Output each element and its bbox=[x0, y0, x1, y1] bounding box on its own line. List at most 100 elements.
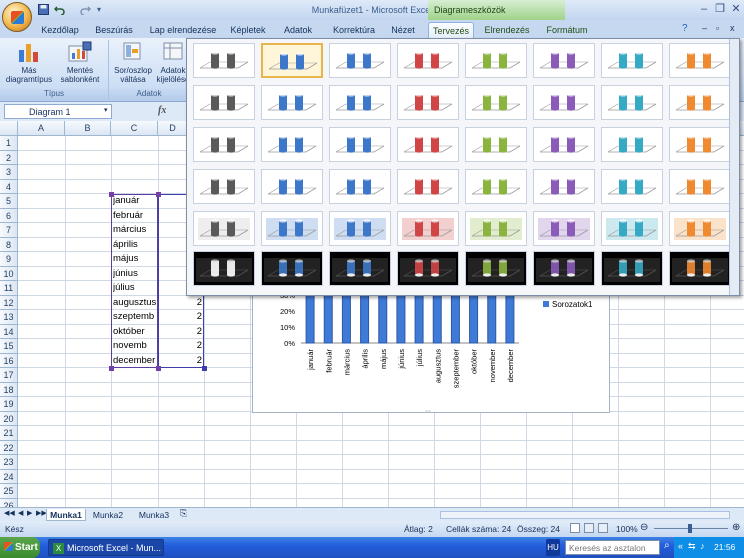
chart-style-option[interactable] bbox=[193, 251, 255, 286]
zoom-out-icon[interactable]: ⊖ bbox=[640, 522, 648, 533]
chart-style-option[interactable] bbox=[397, 85, 459, 120]
tab-tervezes[interactable]: Tervezés bbox=[428, 22, 474, 38]
first-sheet-icon[interactable]: ◀◀ bbox=[4, 509, 15, 517]
chart-style-option[interactable] bbox=[397, 251, 459, 286]
select-data-button[interactable]: Adatok kijelölése bbox=[156, 40, 190, 84]
range-handle[interactable] bbox=[156, 366, 161, 371]
chart-style-option[interactable] bbox=[465, 85, 527, 120]
range-handle[interactable] bbox=[109, 192, 114, 197]
chart-style-option[interactable] bbox=[397, 169, 459, 204]
row-header[interactable]: 21 bbox=[0, 426, 18, 441]
minimize-icon[interactable]: – bbox=[697, 2, 711, 16]
switch-row-column-button[interactable]: Sor/oszlop váltása bbox=[112, 40, 154, 84]
chart-style-option[interactable] bbox=[533, 85, 595, 120]
zoom-in-icon[interactable]: ⊕ bbox=[732, 522, 740, 533]
row-header[interactable]: 18 bbox=[0, 382, 18, 397]
tab-formatum[interactable]: Formátum bbox=[540, 22, 594, 38]
chart-style-option[interactable] bbox=[397, 211, 459, 246]
sheet-tab-munka1[interactable]: Munka1 bbox=[46, 509, 86, 521]
row-header[interactable]: 15 bbox=[0, 339, 18, 354]
chart-style-option[interactable] bbox=[465, 43, 527, 78]
row-header[interactable]: 8 bbox=[0, 237, 18, 252]
chart-style-option[interactable] bbox=[261, 211, 323, 246]
row-header[interactable]: 26 bbox=[0, 498, 18, 507]
tab-elrendezes[interactable]: Elrendezés bbox=[480, 22, 534, 38]
chart-style-option[interactable] bbox=[329, 127, 391, 162]
doc-minimize-icon[interactable]: – bbox=[702, 23, 707, 33]
chart-style-option[interactable] bbox=[533, 127, 595, 162]
chart-style-option[interactable] bbox=[329, 85, 391, 120]
row-header[interactable]: 22 bbox=[0, 440, 18, 455]
normal-view-icon[interactable] bbox=[570, 523, 580, 533]
chart-style-option[interactable] bbox=[329, 251, 391, 286]
chart-style-option[interactable] bbox=[397, 43, 459, 78]
volume-icon[interactable]: ♪ bbox=[700, 541, 705, 551]
language-indicator[interactable]: HU bbox=[546, 539, 560, 556]
restore-icon[interactable]: ❐ bbox=[713, 2, 727, 16]
chart-style-option[interactable] bbox=[193, 169, 255, 204]
sheet-tab-munka3[interactable]: Munka3 bbox=[134, 509, 174, 521]
zoom-slider-thumb[interactable] bbox=[688, 524, 692, 533]
column-header-a[interactable]: A bbox=[18, 121, 65, 136]
chart-style-option[interactable] bbox=[601, 127, 663, 162]
chart-resize-handle[interactable]: ⋯ bbox=[425, 408, 431, 415]
chart-style-option[interactable] bbox=[533, 43, 595, 78]
range-handle[interactable] bbox=[109, 366, 114, 371]
row-header[interactable]: 11 bbox=[0, 281, 18, 296]
select-all-corner[interactable] bbox=[0, 121, 18, 136]
range-handle[interactable] bbox=[156, 192, 161, 197]
chart-style-option[interactable] bbox=[601, 211, 663, 246]
doc-close-icon[interactable]: x bbox=[730, 23, 735, 33]
tab-lap-elrendezese[interactable]: Lap elrendezése bbox=[146, 22, 220, 38]
chart-style-option[interactable] bbox=[193, 127, 255, 162]
chart-style-option[interactable] bbox=[329, 211, 391, 246]
chart-style-option[interactable] bbox=[601, 85, 663, 120]
prev-sheet-icon[interactable]: ◀ bbox=[18, 509, 23, 517]
chart-style-option[interactable] bbox=[465, 169, 527, 204]
tab-korrektura[interactable]: Korrektúra bbox=[326, 22, 382, 38]
tab-kezdolap[interactable]: Kezdőlap bbox=[36, 22, 84, 38]
row-header[interactable]: 23 bbox=[0, 455, 18, 470]
chart-object[interactable]: 30%20%10%0%januárfebruármárciusáprilismá… bbox=[252, 285, 610, 415]
row-header[interactable]: 24 bbox=[0, 469, 18, 484]
gallery-scrollbar[interactable] bbox=[729, 39, 739, 295]
chart-style-option[interactable] bbox=[669, 251, 731, 286]
change-chart-type-button[interactable]: Más diagramtípus bbox=[4, 40, 54, 84]
chart-style-option[interactable] bbox=[261, 127, 323, 162]
zoom-level[interactable]: 100% bbox=[616, 524, 638, 534]
name-box-dropdown-icon[interactable]: ▾ bbox=[104, 106, 108, 114]
chart-style-option[interactable] bbox=[601, 169, 663, 204]
range-handle[interactable] bbox=[202, 366, 207, 371]
desktop-search-input[interactable]: Keresés az asztalon bbox=[565, 540, 660, 555]
chart-style-option[interactable] bbox=[669, 211, 731, 246]
close-icon[interactable]: ✕ bbox=[729, 2, 743, 16]
chart-style-option[interactable] bbox=[193, 211, 255, 246]
row-header[interactable]: 16 bbox=[0, 353, 18, 368]
chart-style-option[interactable] bbox=[465, 251, 527, 286]
tab-kepletek[interactable]: Képletek bbox=[226, 22, 270, 38]
row-header[interactable]: 6 bbox=[0, 208, 18, 223]
next-sheet-icon[interactable]: ▶ bbox=[27, 509, 32, 517]
chart-style-option[interactable] bbox=[329, 169, 391, 204]
insert-sheet-icon[interactable]: ⎘ bbox=[180, 508, 187, 519]
chart-style-option[interactable] bbox=[261, 43, 323, 78]
row-header[interactable]: 13 bbox=[0, 310, 18, 325]
taskbar-excel-button[interactable]: X Microsoft Excel - Mun... bbox=[48, 539, 164, 556]
search-icon[interactable]: ⌕ bbox=[664, 540, 670, 551]
help-icon[interactable]: ? bbox=[682, 23, 688, 34]
chart-style-option[interactable] bbox=[533, 169, 595, 204]
chart-style-option[interactable] bbox=[601, 43, 663, 78]
chart-style-option[interactable] bbox=[261, 251, 323, 286]
network-icon[interactable]: ⇆ bbox=[688, 541, 696, 552]
chart-style-option[interactable] bbox=[261, 169, 323, 204]
sheet-tab-munka2[interactable]: Munka2 bbox=[88, 509, 128, 521]
column-header-c[interactable]: C bbox=[111, 121, 158, 136]
chart-style-option[interactable] bbox=[193, 43, 255, 78]
save-template-button[interactable]: Mentés sablonként bbox=[56, 40, 104, 84]
tray-expand-icon[interactable]: « bbox=[678, 541, 683, 551]
tab-nezet[interactable]: Nézet bbox=[386, 22, 420, 38]
row-header[interactable]: 10 bbox=[0, 266, 18, 281]
chart-style-option[interactable] bbox=[397, 127, 459, 162]
row-header[interactable]: 17 bbox=[0, 368, 18, 383]
page-break-view-icon[interactable] bbox=[598, 523, 608, 533]
